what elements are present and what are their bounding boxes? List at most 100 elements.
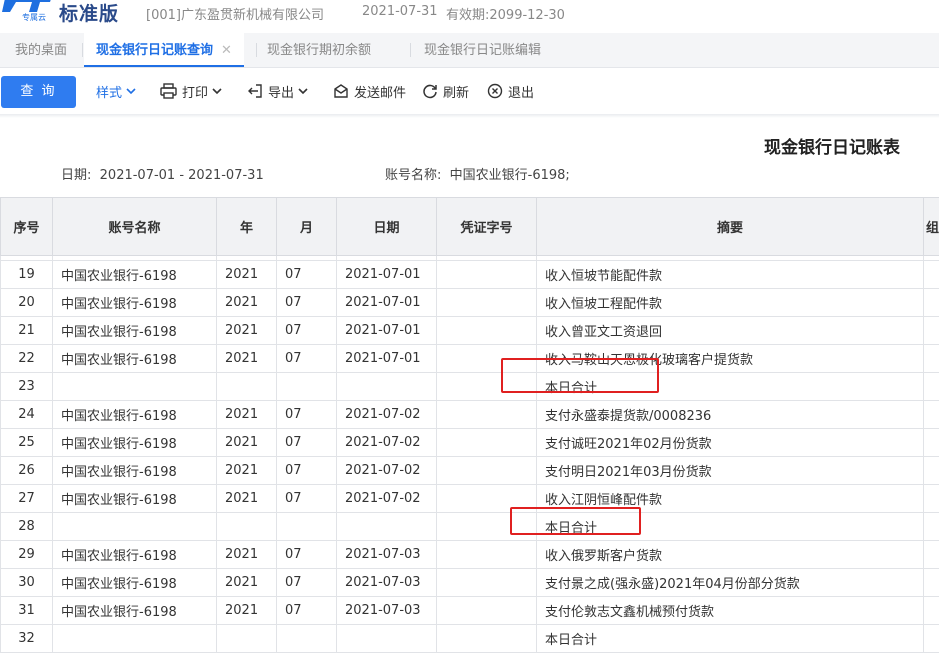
cell-year: 2021 (216, 596, 277, 625)
style-dropdown[interactable]: 样式 (96, 80, 142, 102)
cell-year: 2021 (216, 456, 277, 485)
cell-month: 07 (276, 540, 337, 569)
cell-account: 中国农业银行-6198 (52, 260, 217, 289)
cell-account: 中国农业银行-6198 (52, 400, 217, 429)
tab-cash-bank-journal-query[interactable]: 现金银行日记账查询 ✕ (84, 33, 244, 67)
cell-month: 07 (276, 596, 337, 625)
table-row[interactable]: 32 本日合计 (0, 624, 939, 653)
cell-date: 2021-07-02 (336, 484, 437, 513)
column-header-summary[interactable]: 摘要 (536, 197, 924, 256)
table-row[interactable]: 29 中国农业银行-6198 2021 07 2021-07-03 收入俄罗斯客户货款 (0, 540, 939, 569)
cell-date: 2021-07-01 (336, 316, 437, 345)
tab-cash-bank-journal-edit[interactable]: 现金银行日记账编辑 (424, 33, 541, 67)
cell-voucher (436, 288, 537, 317)
cell-voucher (436, 624, 537, 653)
cell-next (923, 540, 939, 569)
highlight-box (510, 507, 641, 535)
cell-seq: 22 (0, 344, 53, 373)
send-email-button[interactable]: 发送邮件 (333, 80, 406, 102)
exit-label: 退出 (508, 85, 535, 101)
cell-account (52, 372, 217, 401)
table-row[interactable]: 19 中国农业银行-6198 2021 07 2021-07-01 收入恒坡节能配件款 (0, 260, 939, 289)
toolbar-divider (0, 114, 939, 118)
cell-month: 07 (276, 316, 337, 345)
cell-next (923, 344, 939, 373)
chevron-down-icon (298, 88, 308, 95)
date-range-value: 2021-07-01 - 2021-07-31 (99, 168, 264, 183)
print-label: 打印 (182, 85, 209, 101)
table-header: 序号 账号名称 年 月 日期 凭证字号 摘要 组 (0, 197, 939, 256)
cell-date: 2021-07-03 (336, 596, 437, 625)
table-row[interactable]: 30 中国农业银行-6198 2021 07 2021-07-03 支付景之成(强永盛)2… (0, 568, 939, 597)
cell-seq: 24 (0, 400, 53, 429)
column-header-month[interactable]: 月 (276, 197, 337, 256)
cell-summary: 收入恒坡工程配件款 (536, 288, 924, 317)
tab-label: 现金银行期初余额 (267, 43, 372, 58)
cell-summary: 支付明日2021年03月份货款 (536, 456, 924, 485)
tab-label: 现金银行日记账查询 (96, 43, 214, 58)
cell-next (923, 428, 939, 457)
column-header-date[interactable]: 日期 (336, 197, 437, 256)
report-title: 现金银行日记账表 (764, 138, 900, 158)
cell-year: 2021 (216, 568, 277, 597)
send-email-label: 发送邮件 (354, 85, 407, 101)
column-header-seq[interactable]: 序号 (0, 197, 53, 256)
print-dropdown[interactable]: 打印 (160, 80, 228, 102)
cell-month: 07 (276, 568, 337, 597)
cell-year (216, 624, 277, 653)
cell-account: 中国农业银行-6198 (52, 484, 217, 513)
table-row[interactable]: 27 中国农业银行-6198 2021 07 2021-07-02 收入江阴恒峰配件款 (0, 484, 939, 513)
table-row[interactable]: 21 中国农业银行-6198 2021 07 2021-07-01 收入曾亚文工资退回 (0, 316, 939, 345)
cell-month: 07 (276, 260, 337, 289)
cell-voucher (436, 400, 537, 429)
column-header-voucher[interactable]: 凭证字号 (436, 197, 537, 256)
exit-button[interactable]: 退出 (487, 80, 534, 102)
tab-divider (410, 43, 411, 57)
query-button[interactable]: 查 询 (1, 76, 76, 108)
cell-voucher (436, 316, 537, 345)
cell-month (276, 372, 337, 401)
table-row[interactable]: 20 中国农业银行-6198 2021 07 2021-07-01 收入恒坡工程配件款 (0, 288, 939, 317)
logo-text: 专属云 (22, 13, 46, 22)
export-dropdown[interactable]: 导出 (247, 80, 314, 102)
table-row[interactable]: 26 中国农业银行-6198 2021 07 2021-07-02 支付明日2021年03… (0, 456, 939, 485)
refresh-icon (423, 84, 437, 99)
cell-voucher (436, 456, 537, 485)
cell-summary: 支付伦敦志文鑫机械预付货款 (536, 596, 924, 625)
cell-voucher (436, 428, 537, 457)
highlight-box (501, 358, 659, 393)
tab-my-desktop[interactable]: 我的桌面 (15, 33, 67, 67)
cell-next (923, 512, 939, 541)
cell-date: 2021-07-03 (336, 540, 437, 569)
tab-cash-bank-opening-balance[interactable]: 现金银行期初余额 (267, 33, 371, 67)
table-row[interactable]: 28 本日合计 (0, 512, 939, 541)
cell-seq: 19 (0, 260, 53, 289)
cell-year (216, 372, 277, 401)
column-header-account[interactable]: 账号名称 (52, 197, 217, 256)
cell-next (923, 568, 939, 597)
cell-summary: 收入俄罗斯客户货款 (536, 540, 924, 569)
cell-seq: 25 (0, 428, 53, 457)
column-header-year[interactable]: 年 (216, 197, 277, 256)
cell-next (923, 260, 939, 289)
close-icon[interactable]: ✕ (221, 43, 232, 58)
mail-icon (334, 84, 348, 98)
table-row[interactable]: 31 中国农业银行-6198 2021 07 2021-07-03 支付伦敦志文鑫机械预付… (0, 596, 939, 625)
cell-voucher (436, 260, 537, 289)
cell-account: 中国农业银行-6198 (52, 596, 217, 625)
cell-seq: 20 (0, 288, 53, 317)
cell-account: 中国农业银行-6198 (52, 540, 217, 569)
cell-summary: 收入曾亚文工资退回 (536, 316, 924, 345)
company-name: [001]广东盈贯新机械有限公司 (146, 8, 324, 23)
refresh-button[interactable]: 刷新 (422, 80, 469, 102)
cell-summary: 支付景之成(强永盛)2021年04月份部分货款 (536, 568, 924, 597)
cell-year: 2021 (216, 540, 277, 569)
table-row[interactable]: 24 中国农业银行-6198 2021 07 2021-07-02 支付永盛泰提货款/00… (0, 400, 939, 429)
table-row[interactable]: 22 中国农业银行-6198 2021 07 2021-07-01 收入马鞍山天恩极化玻璃… (0, 344, 939, 373)
cell-date (336, 624, 437, 653)
table-row[interactable]: 23 本日合计 (0, 372, 939, 401)
column-header-next[interactable]: 组 (923, 197, 939, 256)
table-row[interactable]: 25 中国农业银行-6198 2021 07 2021-07-02 支付诚旺2021年02… (0, 428, 939, 457)
cell-summary: 本日合计 (536, 624, 924, 653)
export-icon (248, 84, 262, 98)
